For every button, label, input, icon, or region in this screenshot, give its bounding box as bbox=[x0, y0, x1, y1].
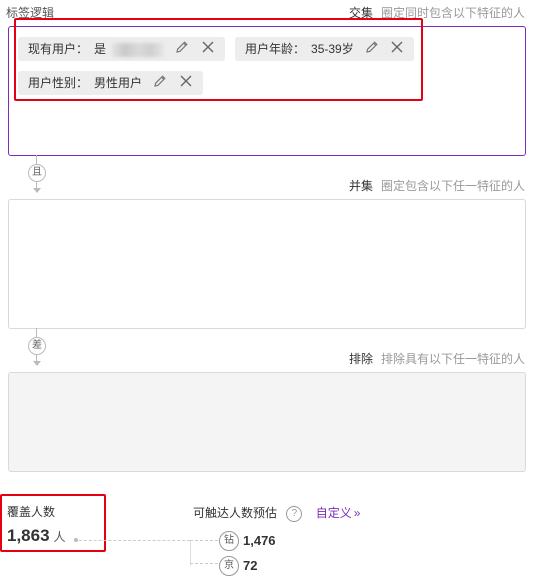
connector-and-badge: 且 bbox=[28, 164, 46, 182]
exclude-op-desc: 排除具有以下任一特征的人 bbox=[380, 352, 525, 366]
connector-minus-badge: 差 bbox=[28, 337, 46, 355]
channel-badge-jd: 京 bbox=[219, 556, 239, 576]
union-box[interactable] bbox=[8, 199, 526, 329]
exclude-op-label: 排除 bbox=[348, 352, 373, 366]
reach-branch-dash bbox=[190, 540, 218, 541]
chevron-double-right-icon: » bbox=[353, 506, 361, 520]
union-header: 并集 圈定包含以下任一特征的人 bbox=[349, 177, 525, 194]
reach-value: 1,476 bbox=[243, 533, 276, 548]
connector-line bbox=[36, 155, 37, 164]
channel-badge-diamond: 钻 bbox=[219, 531, 239, 551]
custom-link[interactable]: 自定义» bbox=[316, 506, 361, 520]
reach-branch-dash bbox=[190, 563, 218, 564]
reach-label: 可触达人数预估 bbox=[193, 506, 278, 520]
connector-line bbox=[36, 328, 37, 337]
arrow-down-icon bbox=[33, 188, 41, 193]
arrow-down-icon bbox=[33, 361, 41, 366]
union-op-label: 并集 bbox=[348, 179, 373, 193]
exclude-header: 排除 排除具有以下任一特征的人 bbox=[349, 350, 525, 367]
help-icon[interactable]: ? bbox=[286, 505, 303, 522]
connector-dot bbox=[74, 538, 78, 542]
reach-header: 可触达人数预估 ? 自定义» bbox=[193, 504, 360, 522]
union-op-desc: 圈定包含以下任一特征的人 bbox=[380, 179, 525, 193]
connector-dash bbox=[79, 540, 190, 541]
custom-link-text: 自定义 bbox=[315, 506, 352, 520]
highlight-frame-coverage bbox=[0, 494, 106, 552]
exclude-box bbox=[8, 372, 526, 472]
highlight-frame-tags bbox=[14, 18, 423, 101]
